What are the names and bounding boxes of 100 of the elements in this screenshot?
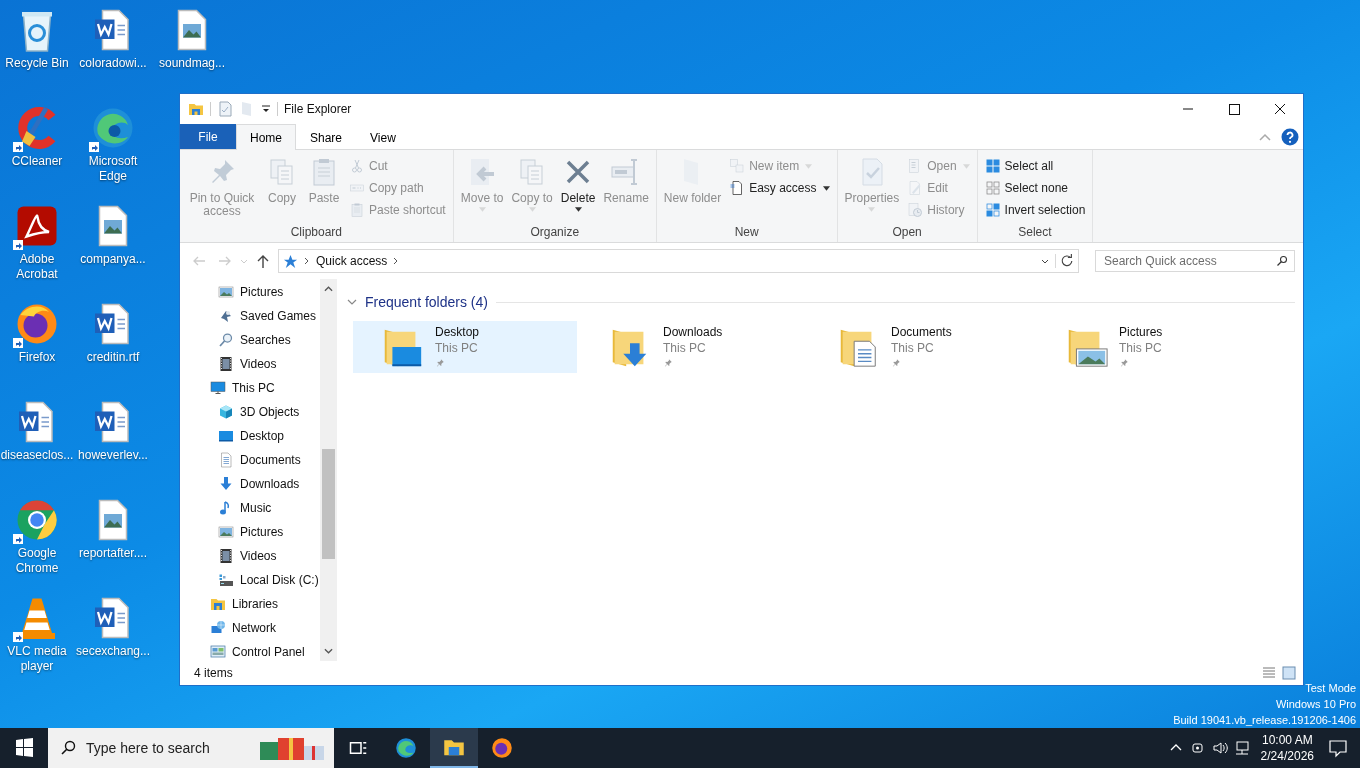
clock-time: 10:00 AM bbox=[1261, 732, 1313, 748]
system-watermark-text: Build 19041.vb_release.191206-1406 bbox=[1173, 713, 1356, 728]
pin-icon bbox=[435, 358, 445, 368]
desktop-icon-label[interactable]: Recycle Bin bbox=[5, 56, 69, 71]
folder-tile[interactable]: Pictures This PC bbox=[1037, 321, 1261, 373]
desktop-icon-label[interactable]: Firefox bbox=[18, 350, 56, 365]
ribbon-tab[interactable]: Share bbox=[296, 124, 357, 150]
chevron-icon bbox=[304, 257, 310, 265]
ribbon-button[interactable]: Delete bbox=[557, 154, 599, 224]
folder-tile[interactable]: Downloads This PC bbox=[581, 321, 805, 373]
network-icon bbox=[210, 620, 226, 636]
nav-pane-item[interactable]: Videos bbox=[180, 352, 320, 376]
select-none-icon bbox=[984, 180, 1001, 196]
status-text: 4 items bbox=[194, 666, 233, 680]
folder-name: Desktop bbox=[435, 324, 480, 340]
desktop-icon-label[interactable]: Google Chrome bbox=[0, 546, 74, 576]
folder-location: This PC bbox=[435, 340, 479, 356]
desktop-icon-label[interactable]: CCleaner bbox=[11, 154, 63, 169]
address-bar[interactable]: Quick access bbox=[278, 249, 1079, 273]
up-button[interactable] bbox=[255, 253, 271, 269]
ribbon-tab[interactable]: Home bbox=[236, 124, 296, 150]
new-item-icon bbox=[729, 158, 746, 174]
file-menu-tab[interactable]: File bbox=[180, 124, 236, 149]
ribbon-group-label: Open bbox=[891, 224, 923, 241]
nav-pane-item[interactable]: Videos bbox=[180, 544, 320, 568]
ribbon-group-label: Clipboard bbox=[289, 224, 344, 241]
window-title: File Explorer bbox=[284, 102, 352, 116]
ribbon-group-label: Select bbox=[1017, 224, 1053, 241]
nav-pane-item[interactable]: Local Disk (C:) bbox=[180, 568, 320, 592]
desktop-icon-label[interactable]: Adobe Acrobat bbox=[0, 252, 74, 282]
search-icon bbox=[60, 740, 76, 756]
nav-pane-item[interactable]: Control Panel bbox=[180, 640, 320, 664]
expand-chevron-icon[interactable] bbox=[347, 299, 357, 305]
clock-date: 2/24/2026 bbox=[1260, 748, 1314, 764]
ribbon-button[interactable]: Invert selection bbox=[981, 199, 1089, 221]
nav-pane-item[interactable]: Desktop bbox=[180, 424, 320, 448]
network-icon[interactable] bbox=[1233, 740, 1250, 756]
nav-pane-item[interactable]: Pictures bbox=[180, 520, 320, 544]
section-heading[interactable]: Frequent folders (4) bbox=[365, 294, 488, 310]
scrollbar[interactable] bbox=[320, 279, 337, 661]
nav-pane-item[interactable]: Libraries bbox=[180, 592, 320, 616]
folder-location: This PC bbox=[663, 340, 707, 356]
ribbon-group-label: Organize bbox=[529, 224, 581, 241]
cube-icon bbox=[218, 404, 234, 420]
nav-pane-item[interactable]: Downloads bbox=[180, 472, 320, 496]
scroll-down-icon[interactable] bbox=[324, 648, 333, 654]
folder-name: Downloads bbox=[663, 324, 723, 340]
picture-icon bbox=[218, 284, 234, 300]
nav-pane-item[interactable]: Documents bbox=[180, 448, 320, 472]
picture-icon bbox=[218, 524, 234, 540]
download-arrow-icon bbox=[218, 476, 234, 492]
fox-globe-icon bbox=[490, 736, 514, 760]
notifications-icon[interactable] bbox=[1328, 738, 1348, 758]
ribbon-button[interactable]: Select all bbox=[981, 155, 1089, 177]
desktop-icon-label[interactable]: companya... bbox=[80, 252, 146, 267]
desktop-icon-label[interactable]: howeverlev... bbox=[78, 448, 148, 463]
folder-tile[interactable]: Documents This PC bbox=[809, 321, 1033, 373]
speaker-icon[interactable] bbox=[1211, 740, 1228, 756]
nav-pane-item[interactable]: Music bbox=[180, 496, 320, 520]
scroll-thumb[interactable] bbox=[322, 449, 335, 559]
scroll-up-icon[interactable] bbox=[324, 286, 333, 292]
monitor-icon bbox=[210, 380, 226, 396]
dropdown-caret-icon[interactable] bbox=[1041, 258, 1049, 264]
history-icon bbox=[907, 202, 924, 218]
nav-pane-item[interactable]: This PC bbox=[180, 376, 320, 400]
browser-swirl-icon bbox=[394, 736, 418, 760]
refresh-icon[interactable] bbox=[1055, 254, 1074, 268]
ribbon-button[interactable]: Select none bbox=[981, 177, 1089, 199]
desktop-icon-label[interactable]: diseaseclos... bbox=[0, 448, 74, 463]
taskbar-app-button[interactable] bbox=[430, 728, 478, 768]
camera-icon[interactable] bbox=[1189, 740, 1206, 756]
chess-piece-icon bbox=[218, 308, 234, 324]
desktop-icon-label[interactable]: creditin.rtf bbox=[86, 350, 140, 365]
ribbon-button[interactable]: Easy access bbox=[726, 177, 833, 199]
breadcrumb-item[interactable]: Quick access bbox=[316, 254, 388, 268]
desktop-icon-label[interactable]: reportafter.... bbox=[78, 546, 147, 561]
folder-icon[interactable] bbox=[188, 101, 204, 117]
nav-pane-item[interactable]: Pictures bbox=[180, 280, 320, 304]
desktop-icon-label[interactable]: Microsoft Edge bbox=[75, 154, 151, 184]
document-icon bbox=[218, 452, 234, 468]
pin-icon bbox=[663, 358, 673, 368]
folder-tile[interactable]: Desktop This PC bbox=[353, 321, 577, 373]
chevron-icon bbox=[393, 257, 400, 265]
clock[interactable]: 10:00 AM 2/24/2026 bbox=[1252, 732, 1322, 764]
nav-pane-item[interactable]: Saved Games bbox=[180, 304, 320, 328]
ribbon-tab[interactable]: View bbox=[356, 124, 410, 150]
help-icon[interactable] bbox=[1281, 127, 1299, 146]
customize-dropdown-icon[interactable] bbox=[261, 104, 271, 114]
search-icon bbox=[1276, 255, 1288, 267]
search-field[interactable]: Search Quick access bbox=[1095, 250, 1295, 272]
desktop-icon-label[interactable]: soundmag... bbox=[158, 56, 225, 71]
nav-pane-item[interactable]: 3D Objects bbox=[180, 400, 320, 424]
nav-pane-item[interactable]: Network bbox=[180, 616, 320, 640]
ribbon-group-label: New bbox=[733, 224, 760, 241]
desktop-icon-label[interactable]: coloradowi... bbox=[79, 56, 147, 71]
drive-icon bbox=[218, 572, 234, 588]
search-icon bbox=[218, 332, 234, 348]
nav-pane-item[interactable]: Searches bbox=[180, 328, 320, 352]
pin-icon bbox=[891, 358, 901, 368]
folder-location: This PC bbox=[1119, 340, 1163, 356]
